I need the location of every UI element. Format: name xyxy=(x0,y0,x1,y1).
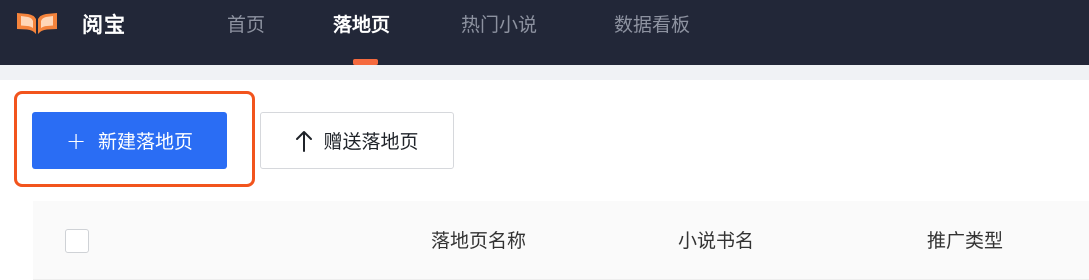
nav-item-home[interactable]: 首页 xyxy=(227,10,265,40)
new-landing-page-button[interactable]: + 新建落地页 xyxy=(32,112,227,169)
top-nav-bar: 阅宝 首页 落地页 热门小说 数据看板 xyxy=(0,0,1089,65)
new-landing-page-label: 新建落地页 xyxy=(98,131,194,153)
gift-landing-page-label: 赠送落地页 xyxy=(323,131,419,153)
arrow-up-icon xyxy=(296,130,313,152)
column-header-landing-page-name[interactable]: 落地页名称 xyxy=(431,227,526,255)
nav-item-landing-page[interactable]: 落地页 xyxy=(333,10,390,40)
column-header-promotion-type[interactable]: 推广类型 xyxy=(927,227,1003,255)
column-header-novel-title[interactable]: 小说书名 xyxy=(678,227,754,255)
gift-landing-page-button[interactable]: 赠送落地页 xyxy=(260,112,454,169)
brand-name: 阅宝 xyxy=(82,13,126,37)
select-all-checkbox[interactable] xyxy=(65,229,89,253)
open-book-logo-icon xyxy=(17,13,57,34)
active-nav-indicator xyxy=(353,59,378,65)
nav-item-dashboard[interactable]: 数据看板 xyxy=(614,10,690,40)
nav-item-hot-novels[interactable]: 热门小说 xyxy=(461,10,537,40)
table-header: 落地页名称 小说书名 推广类型 xyxy=(33,201,1089,280)
plus-icon: + xyxy=(65,126,87,155)
